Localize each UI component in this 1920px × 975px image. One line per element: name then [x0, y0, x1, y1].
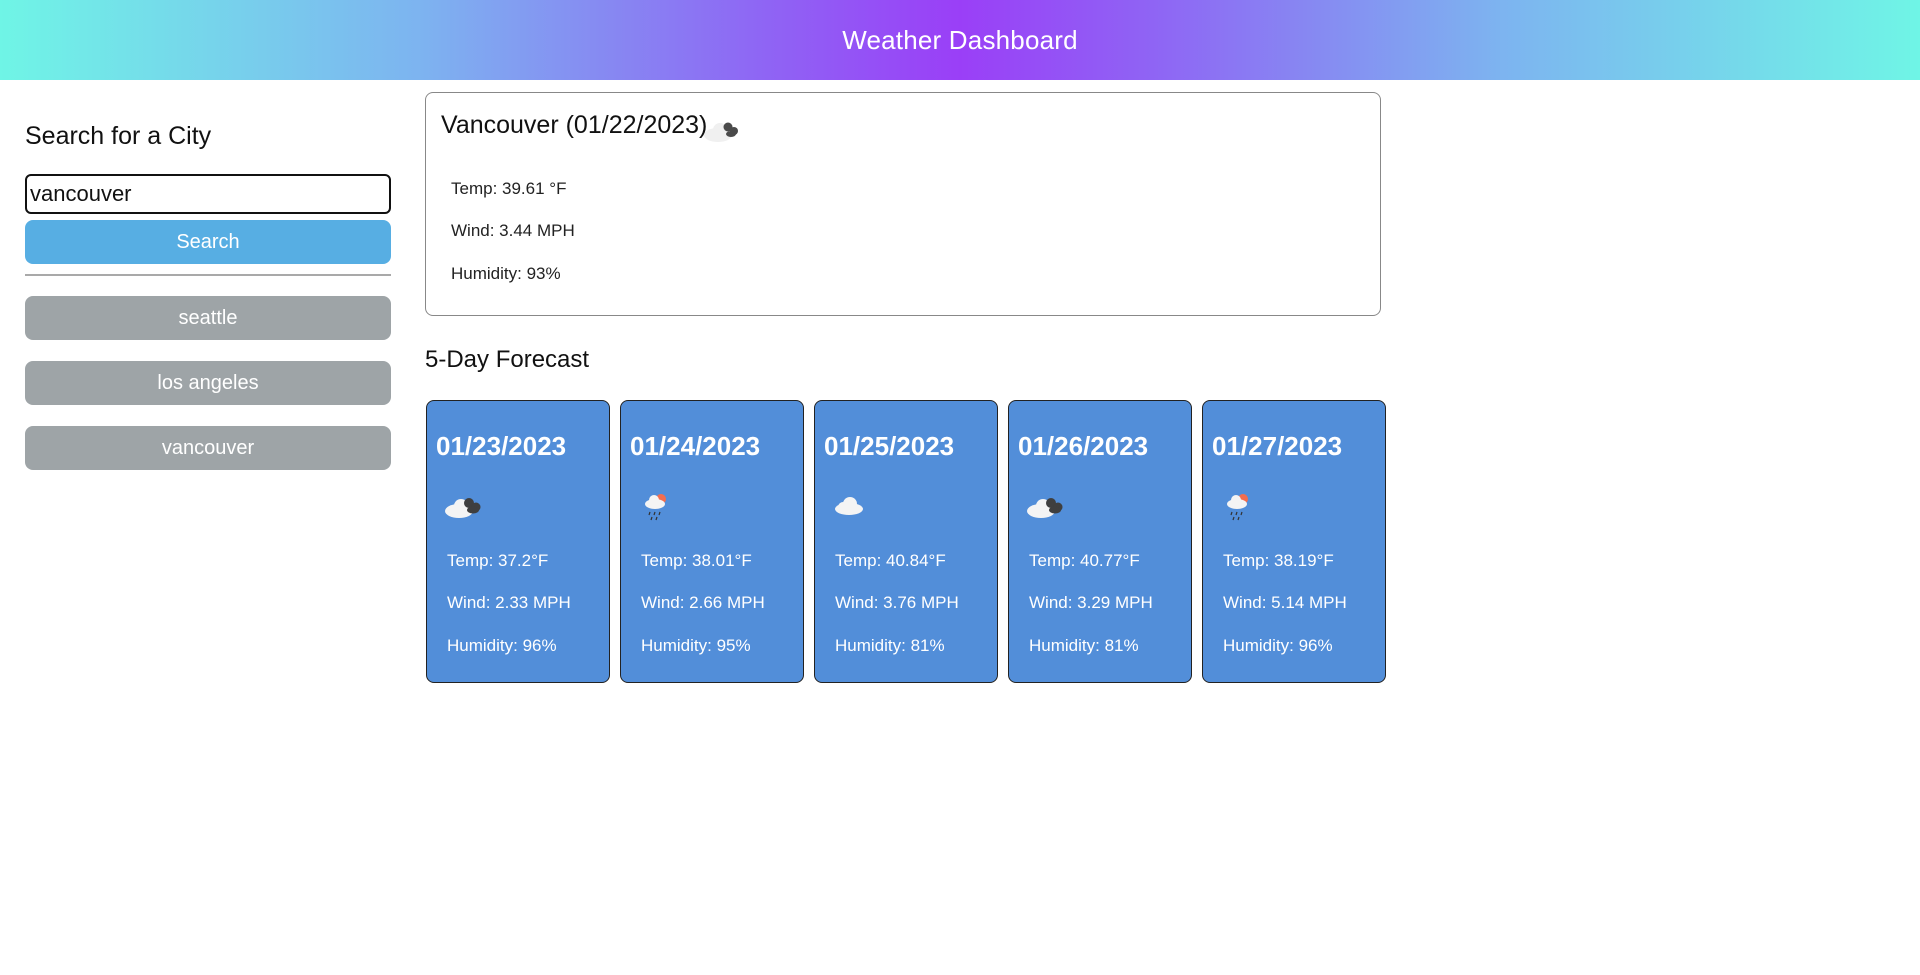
search-heading: Search for a City: [25, 122, 212, 150]
forecast-humidity: Humidity: 96%: [447, 636, 557, 655]
current-wind: Wind: 3.44 MPH: [451, 221, 575, 240]
forecast-humidity: Humidity: 95%: [641, 636, 751, 655]
broken-clouds-icon: [1027, 498, 1063, 518]
cloud-icon: [835, 497, 863, 515]
forecast-wind: Wind: 3.29 MPH: [1029, 593, 1153, 612]
rain-icon: [645, 494, 666, 521]
page-title: Weather Dashboard: [842, 24, 1078, 55]
forecast-card: 01/25/2023 Temp: 40.84°F Wind: 3.76 MPH …: [814, 400, 998, 683]
forecast-wind: Wind: 3.76 MPH: [835, 593, 959, 612]
current-city-date: Vancouver (01/22/2023): [441, 111, 708, 139]
forecast-humidity: Humidity: 96%: [1223, 636, 1333, 655]
forecast-humidity: Humidity: 81%: [835, 636, 945, 655]
forecast-date: 01/26/2023: [1018, 431, 1149, 461]
forecast-card: 01/24/2023 Temp: 38.01°F Wind: 2.66 MPH …: [620, 400, 804, 683]
app-header: Weather Dashboard: [0, 0, 1920, 80]
forecast-humidity: Humidity: 81%: [1029, 636, 1139, 655]
forecast-heading: 5-Day Forecast: [425, 346, 590, 373]
forecast-temp: Temp: 37.2°F: [447, 551, 549, 570]
forecast-card: 01/26/2023 Temp: 40.77°F Wind: 3.29 MPH …: [1008, 400, 1192, 683]
history-button-los-angeles[interactable]: los angeles: [25, 361, 391, 405]
rain-icon: [1227, 494, 1248, 521]
forecast-temp: Temp: 40.77°F: [1029, 551, 1140, 570]
current-temp: Temp: 39.61 °F: [451, 179, 567, 198]
current-weather-card: Vancouver (01/22/2023) Temp: 39.61 °F Wi…: [425, 92, 1381, 316]
search-button[interactable]: Search: [25, 220, 391, 264]
broken-clouds-icon: [445, 498, 481, 518]
forecast-wind: Wind: 5.14 MPH: [1223, 593, 1347, 612]
current-humidity: Humidity: 93%: [451, 264, 561, 283]
forecast-date: 01/24/2023: [630, 431, 761, 461]
forecast-temp: Temp: 38.01°F: [641, 551, 752, 570]
forecast-card: 01/27/2023 Temp: 38.19°F Wind: 5.14 MPH …: [1202, 400, 1386, 683]
forecast-wind: Wind: 2.66 MPH: [641, 593, 765, 612]
forecast-date: 01/25/2023: [824, 431, 955, 461]
forecast-wind: Wind: 2.33 MPH: [447, 593, 571, 612]
history-button-vancouver[interactable]: vancouver: [25, 426, 391, 470]
forecast-date: 01/27/2023: [1212, 431, 1343, 461]
forecast-temp: Temp: 40.84°F: [835, 551, 946, 570]
forecast-temp: Temp: 38.19°F: [1223, 551, 1334, 570]
broken-clouds-icon: [704, 122, 738, 142]
history-button-seattle[interactable]: seattle: [25, 296, 391, 340]
city-search-input[interactable]: [25, 174, 391, 214]
forecast-date: 01/23/2023: [436, 431, 567, 461]
sidebar-divider: [25, 274, 391, 276]
forecast-card: 01/23/2023 Temp: 37.2°F Wind: 2.33 MPH H…: [426, 400, 610, 683]
